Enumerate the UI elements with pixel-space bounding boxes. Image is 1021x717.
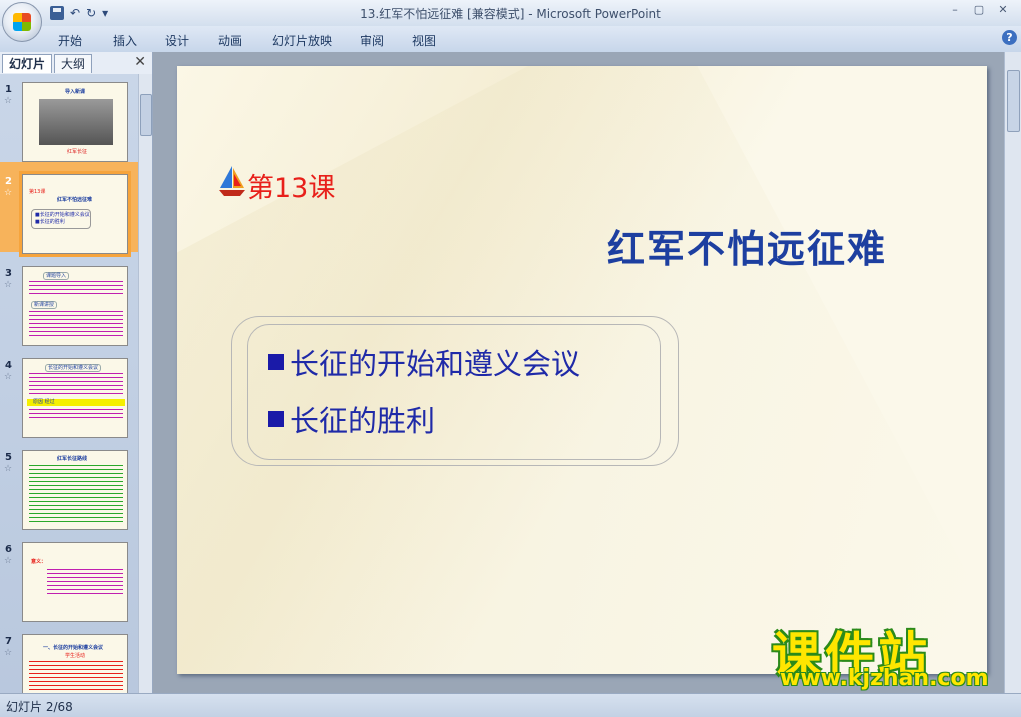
bullet-text: 长征的开始和遵义会议 (290, 347, 581, 381)
office-button[interactable] (2, 2, 42, 42)
slide-editing-area: 第13课 红军不怕远征难 长征的开始和遵义会议 长征的胜利 (153, 52, 1005, 693)
slide-thumbnail[interactable]: 一、长征的开始和遵义会议 学生活动 (22, 634, 128, 693)
thumbnail-list: 1 ☆ 导入新课 红军长征 2 ☆ 第13课 红军不怕远征难 ■长征的开始和遵义… (0, 74, 138, 693)
slide-number: 7 (5, 636, 12, 647)
slide-thumbnail[interactable]: 红军长征路线 (22, 450, 128, 530)
thumb-title: 一、长征的开始和遵义会议 (43, 645, 104, 651)
thumbnail-scrollbar[interactable] (138, 74, 152, 693)
animation-star-icon: ☆ (4, 280, 13, 290)
tab-insert[interactable]: 插入 (113, 32, 137, 49)
slide-number: 1 (5, 84, 12, 95)
window-title: 13.红军不怕远征难 [兼容模式] - Microsoft PowerPoint (360, 7, 661, 21)
bullet-item[interactable]: 长征的胜利 (268, 398, 435, 440)
thumb-title: 红军不怕远征难 (57, 197, 93, 203)
slide-number: 3 (5, 268, 12, 279)
slide-thumbnail[interactable]: 导入新课 红军长征 (22, 82, 128, 162)
thumb-text-lines (29, 409, 123, 419)
lesson-number: 第13课 (247, 173, 336, 204)
slide-thumbnail[interactable]: 意义： (22, 542, 128, 622)
status-bar: 幻灯片 2/68 (0, 693, 1021, 717)
thumb-line: ■长征的胜利 (35, 219, 65, 225)
thumb-title: 意义： (31, 559, 47, 565)
thumb-text-lines (29, 281, 123, 297)
slide-number: 5 (5, 452, 12, 463)
watermark-url: www.kjzhan.com (780, 666, 989, 691)
thumb-text-lines (29, 661, 123, 693)
square-bullet-icon (268, 411, 284, 427)
animation-star-icon: ☆ (4, 464, 13, 474)
animation-star-icon: ☆ (4, 372, 13, 382)
sailboat-icon (219, 166, 245, 196)
animation-star-icon: ☆ (4, 96, 13, 106)
tab-slides[interactable]: 幻灯片 (2, 54, 53, 73)
title-bar: ↶ ↻ ▾ 13.红军不怕远征难 [兼容模式] - Microsoft Powe… (0, 0, 1021, 26)
office-logo-icon (13, 13, 31, 31)
minimize-button[interactable]: – (944, 3, 966, 16)
thumb-title: 导入新课 (65, 89, 86, 95)
tab-animation[interactable]: 动画 (218, 32, 242, 49)
thumb-sub: 第13课 (29, 189, 46, 195)
bullet-item[interactable]: 长征的开始和遵义会议 (268, 341, 580, 383)
thumb-sub: 新课讲授 (31, 301, 58, 309)
thumb-title: 长征的开始和遵义会议 (45, 364, 102, 372)
thumb-box: ■长征的开始和遵义会议 ■长征的胜利 (31, 209, 91, 229)
square-bullet-icon (268, 354, 284, 370)
thumb-text-lines (29, 465, 123, 523)
tab-design[interactable]: 设计 (165, 32, 189, 49)
slide-scrollbar[interactable] (1004, 52, 1021, 693)
help-icon[interactable]: ? (1002, 30, 1017, 45)
thumb-photo (39, 99, 113, 145)
tab-outline[interactable]: 大纲 (54, 54, 93, 73)
thumb-text-lines (29, 373, 123, 395)
thumb-text-lines (29, 311, 123, 339)
bullet-text: 长征的胜利 (290, 404, 436, 438)
slide-thumbnail[interactable]: 长征的开始和遵义会议 原因 经过 (22, 358, 128, 438)
animation-star-icon: ☆ (4, 648, 13, 658)
current-slide[interactable]: 第13课 红军不怕远征难 长征的开始和遵义会议 长征的胜利 (177, 66, 987, 674)
close-button[interactable]: ✕ (992, 3, 1014, 16)
thumb-sub: 原因 经过 (33, 399, 55, 405)
slide-thumbnail[interactable]: 第13课 红军不怕远征难 ■长征的开始和遵义会议 ■长征的胜利 (19, 171, 131, 257)
tab-home[interactable]: 开始 (58, 32, 82, 49)
thumb-sub: 学生活动 (65, 653, 86, 659)
tab-review[interactable]: 审阅 (360, 32, 384, 49)
animation-star-icon: ☆ (4, 556, 13, 566)
slide-number: 2 (5, 176, 12, 187)
ribbon: 开始 插入 设计 动画 幻灯片放映 审阅 视图 ? (0, 26, 1021, 53)
maximize-button[interactable]: ▢ (968, 3, 990, 16)
thumb-sub: 红军长征 (67, 149, 88, 155)
tab-view[interactable]: 视图 (412, 32, 436, 49)
thumb-title: 课题导入 (43, 272, 70, 280)
animation-star-icon: ☆ (4, 188, 13, 198)
slide-thumbnail[interactable]: 课题导入 新课讲授 (22, 266, 128, 346)
tab-slideshow[interactable]: 幻灯片放映 (272, 32, 332, 49)
scroll-knob[interactable] (140, 94, 152, 136)
close-panel-icon[interactable]: ✕ (134, 54, 146, 70)
slide-number: 6 (5, 544, 12, 555)
slides-panel: 幻灯片 大纲 ✕ 1 ☆ 导入新课 红军长征 2 ☆ 第13课 红军不怕远征难 … (0, 52, 153, 693)
slide-number: 4 (5, 360, 12, 371)
thumb-text-lines (47, 569, 123, 595)
scroll-knob[interactable] (1007, 70, 1020, 132)
slide-title[interactable]: 红军不怕远征难 (177, 218, 887, 273)
slide-counter: 幻灯片 2/68 (6, 700, 73, 714)
thumb-line: ■长征的开始和遵义会议 (35, 212, 90, 218)
thumb-title: 红军长征路线 (57, 456, 88, 462)
